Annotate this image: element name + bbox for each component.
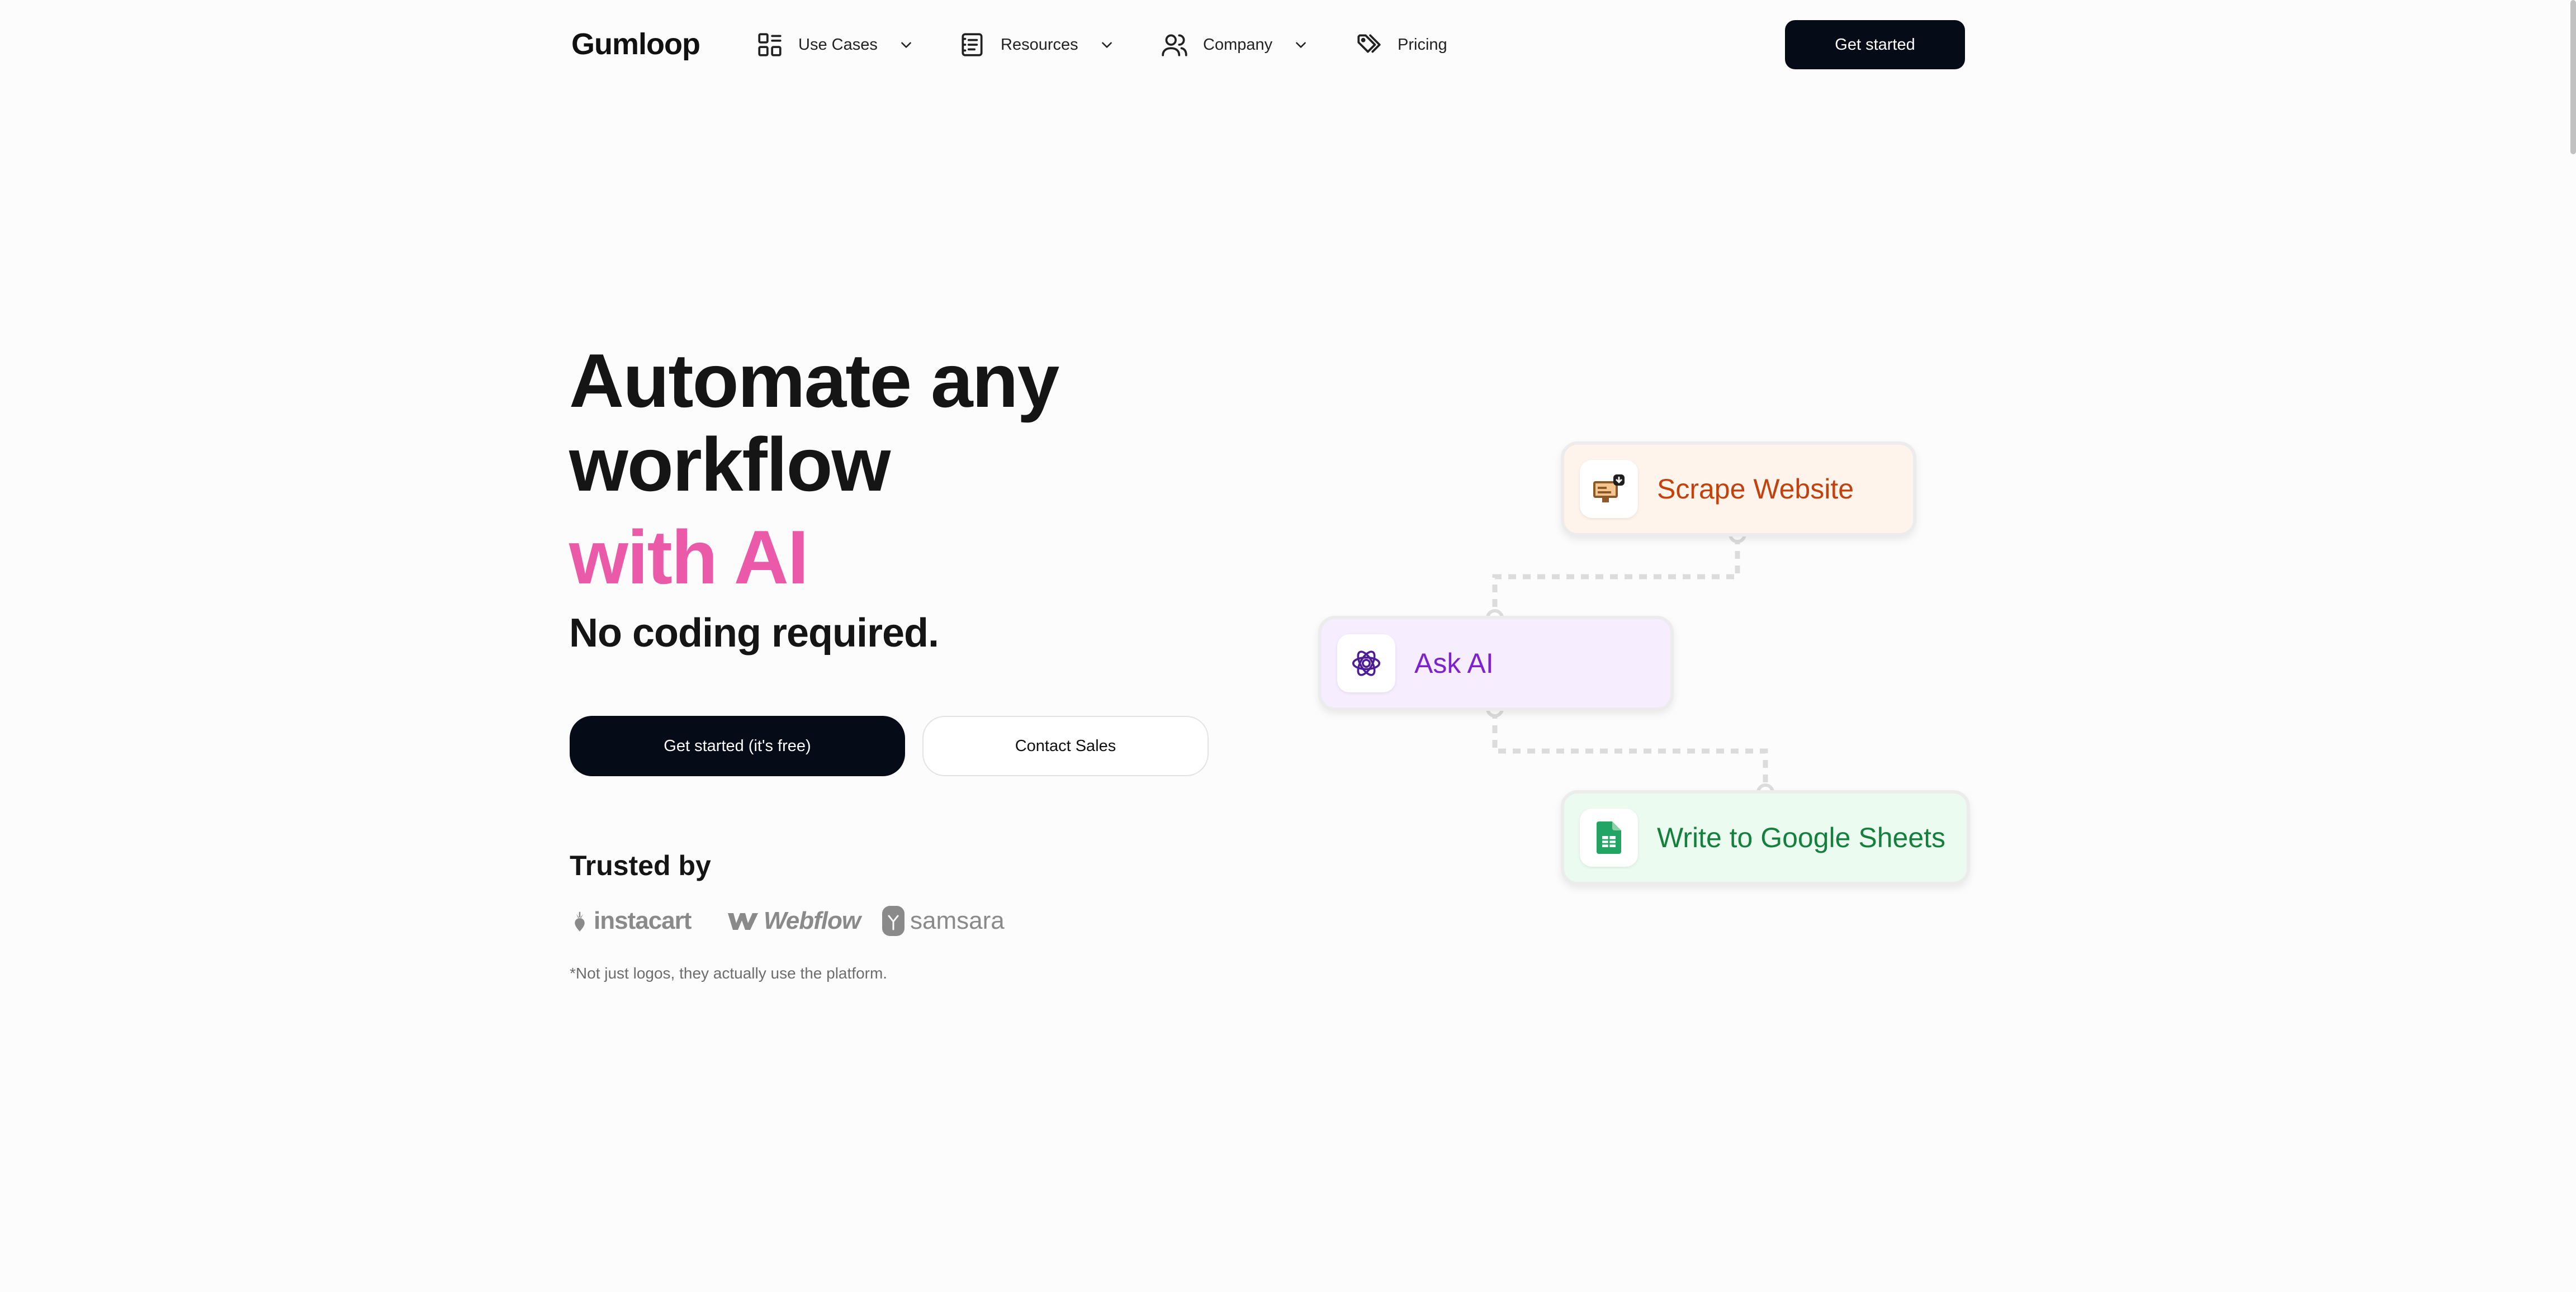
- node-write-to-google-sheets[interactable]: Write to Google Sheets: [1561, 790, 1970, 885]
- node-ask-ai[interactable]: Ask AI: [1318, 616, 1674, 711]
- node-scrape-website[interactable]: Scrape Website: [1561, 441, 1916, 536]
- connector-ask-to-sheets: [1492, 711, 1768, 790]
- node-scrape-website-label: Scrape Website: [1657, 473, 1854, 505]
- scrape-website-icon: [1580, 460, 1638, 518]
- node-write-to-google-sheets-label: Write to Google Sheets: [1657, 822, 1946, 853]
- page-scrollbar[interactable]: [2570, 0, 2576, 154]
- google-sheets-icon: [1580, 809, 1638, 867]
- workflow-connectors: [1486, 525, 1774, 801]
- openai-icon: [1337, 634, 1395, 692]
- connector-scrape-to-ask: [1492, 536, 1740, 616]
- node-ask-ai-label: Ask AI: [1414, 648, 1494, 679]
